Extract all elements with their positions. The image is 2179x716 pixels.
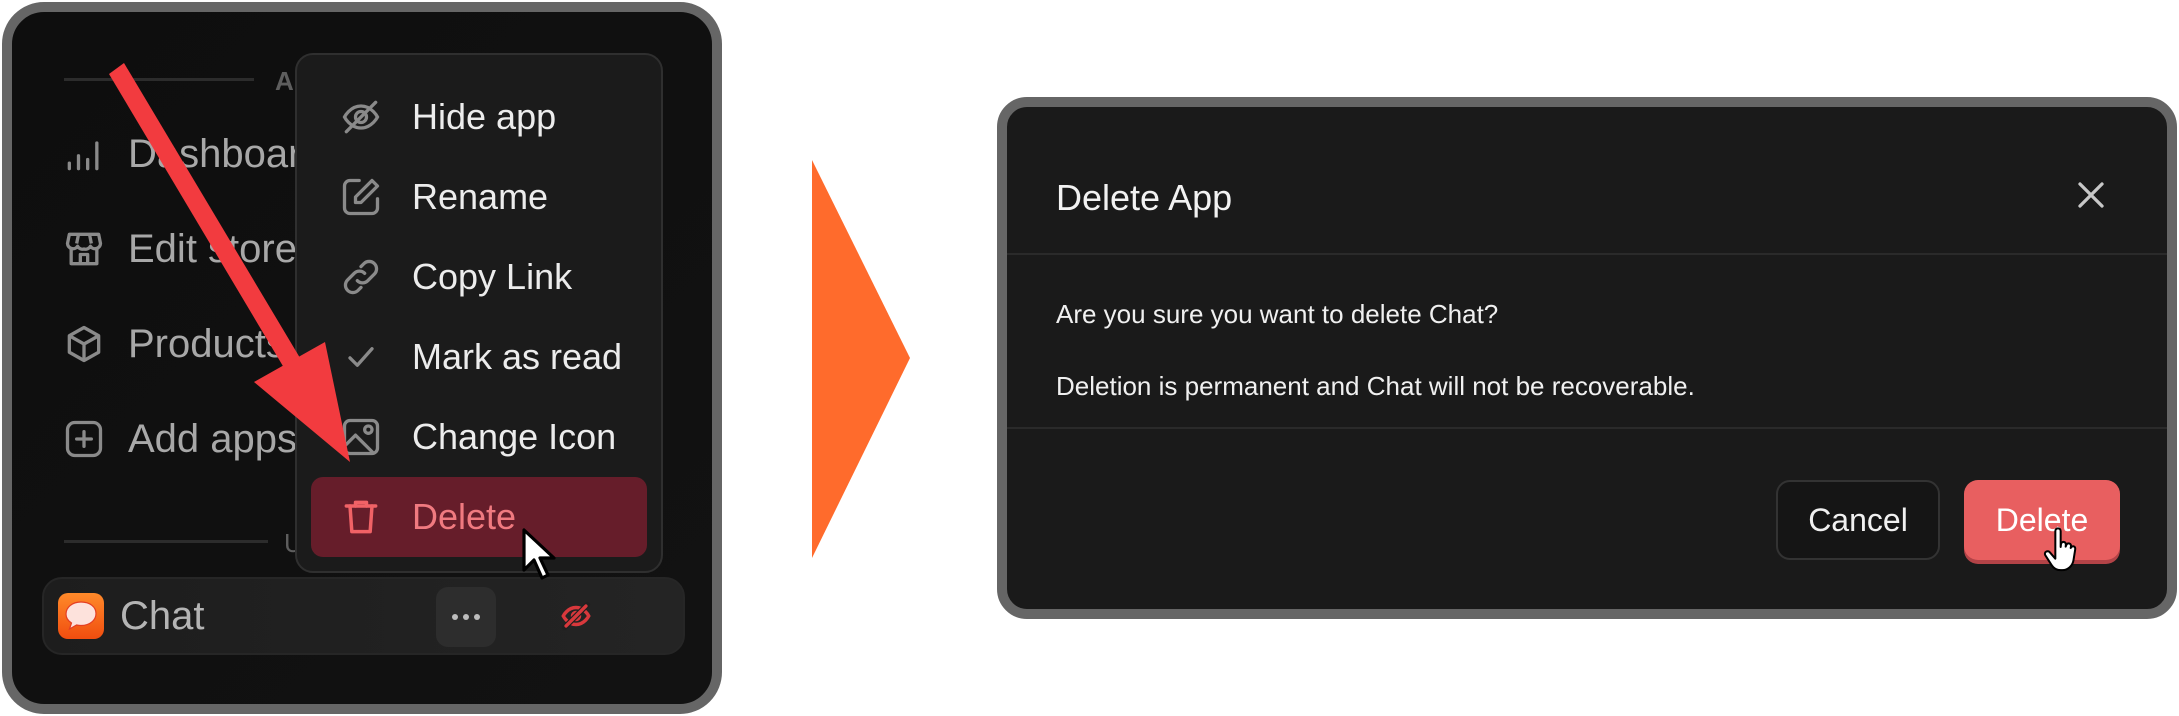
more-options-button[interactable] bbox=[436, 587, 496, 647]
menu-item-label: Rename bbox=[412, 176, 549, 217]
menu-item-delete[interactable]: Delete bbox=[311, 477, 647, 557]
transition-arrow-icon bbox=[812, 160, 910, 558]
image-icon bbox=[342, 418, 380, 456]
dialog-message: Are you sure you want to delete Chat? bbox=[1056, 299, 1499, 329]
menu-item-label: Hide app bbox=[412, 96, 557, 137]
menu-item-label: Mark as read bbox=[412, 336, 623, 377]
dialog-divider bbox=[1007, 253, 2167, 255]
menu-item-label: Change Icon bbox=[412, 416, 617, 457]
delete-app-dialog: Delete App Are you sure you want to dele… bbox=[997, 97, 2177, 619]
cancel-button[interactable]: Cancel bbox=[1776, 480, 1940, 560]
menu-item-hide-app[interactable]: Hide app bbox=[311, 77, 647, 157]
mouse-pointer-icon bbox=[522, 528, 556, 580]
dialog-divider bbox=[1007, 427, 2167, 429]
section-divider bbox=[64, 540, 268, 543]
section-label-apps: A bbox=[275, 66, 294, 96]
app-row-chat[interactable]: Chat bbox=[42, 577, 685, 655]
sidebar-item-products[interactable]: Products bbox=[62, 314, 286, 374]
sidebar-item-label: Add apps bbox=[128, 416, 298, 461]
context-menu: Hide app Rename Copy Link Mark as read C… bbox=[295, 53, 663, 573]
plus-square-icon bbox=[65, 420, 103, 458]
menu-item-mark-as-read[interactable]: Mark as read bbox=[311, 317, 647, 397]
sidebar-item-add-apps[interactable]: Add apps bbox=[62, 409, 297, 469]
sidebar-item-label: Products bbox=[128, 321, 286, 366]
store-icon bbox=[65, 232, 103, 266]
link-icon bbox=[343, 259, 379, 295]
sidebar-item-label: Edit store bbox=[128, 226, 297, 271]
app-row-label: Chat bbox=[120, 594, 205, 638]
section-divider bbox=[64, 78, 254, 81]
menu-item-rename[interactable]: Rename bbox=[311, 157, 647, 237]
eye-off-icon[interactable] bbox=[559, 599, 593, 633]
chat-bubble-app-icon bbox=[58, 593, 104, 639]
sidebar-item-dashboard[interactable]: Dashboard bbox=[62, 124, 324, 184]
bar-chart-icon bbox=[67, 141, 99, 171]
close-icon[interactable] bbox=[2069, 173, 2113, 217]
dialog-warning: Deletion is permanent and Chat will not … bbox=[1056, 371, 1695, 401]
menu-item-copy-link[interactable]: Copy Link bbox=[311, 237, 647, 317]
sidebar-item-edit-store[interactable]: Edit store bbox=[62, 219, 297, 279]
check-icon bbox=[348, 347, 374, 367]
cube-icon bbox=[67, 325, 101, 363]
hand-pointer-icon bbox=[2043, 527, 2077, 572]
eye-off-icon bbox=[342, 100, 380, 134]
menu-item-label: Copy Link bbox=[412, 256, 573, 297]
dialog-title: Delete App bbox=[1056, 177, 1233, 218]
trash-icon bbox=[344, 500, 378, 534]
more-horizontal-icon bbox=[452, 614, 480, 620]
menu-item-label: Delete bbox=[412, 496, 517, 537]
edit-icon bbox=[342, 178, 380, 216]
menu-item-change-icon[interactable]: Change Icon bbox=[311, 397, 647, 477]
